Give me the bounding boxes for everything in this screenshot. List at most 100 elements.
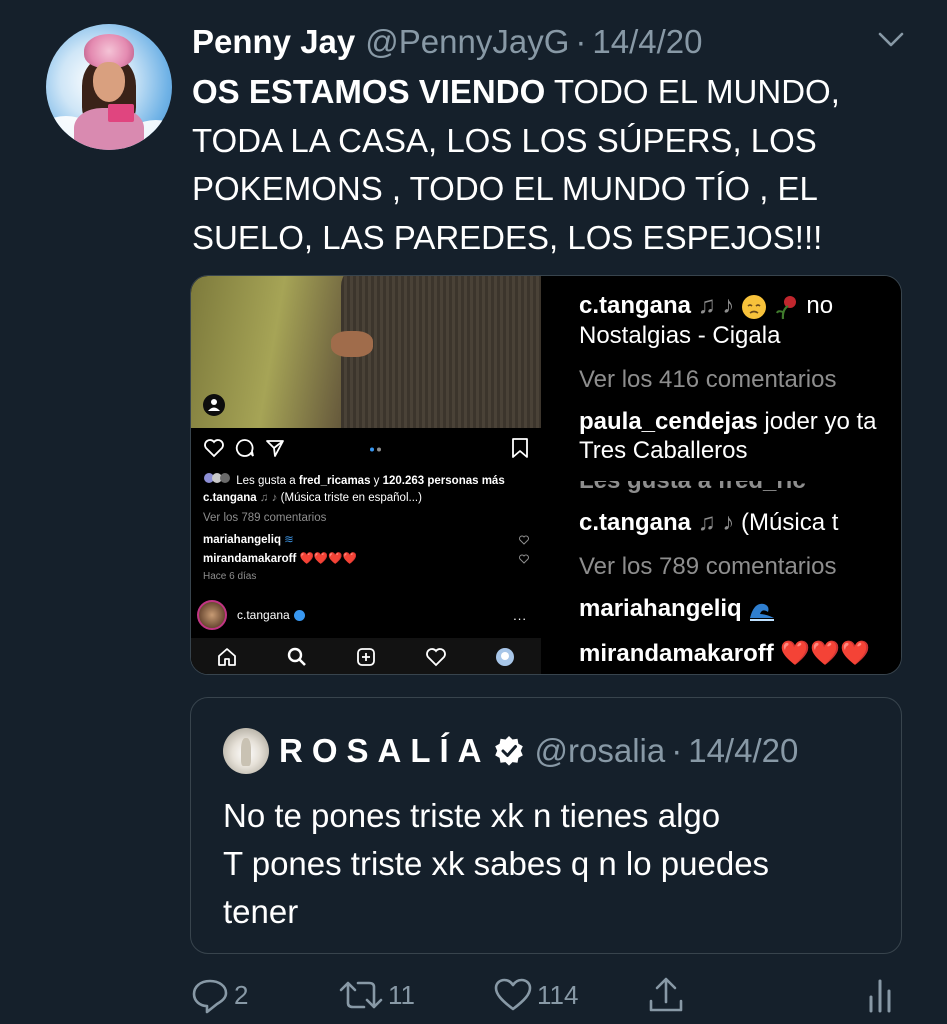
quoted-header-separator: ·: [671, 732, 683, 769]
tweet-text: OS ESTAMOS VIENDO TODO EL MUNDO, TODA LA…: [192, 68, 922, 262]
carousel-dots-icon: [370, 447, 381, 452]
zoom-comment-1-user: mariahangeliq: [579, 595, 742, 622]
instagram-account-row: c.tangana ...: [197, 598, 535, 632]
quoted-author-avatar[interactable]: [223, 728, 269, 774]
zoom-comment-2-user: mirandamakaroff: [579, 640, 774, 667]
likes-mid: y: [370, 475, 383, 487]
author-avatar[interactable]: [46, 24, 172, 150]
zoom-caption-line-2: Nostalgias - Cigala: [579, 322, 781, 349]
author-name[interactable]: Penny Jay: [192, 23, 355, 61]
quoted-tweet-date: 14/4/20: [688, 732, 799, 769]
zoom-view-comments: Ver los 416 comentarios: [579, 366, 837, 393]
share-icon: [266, 440, 284, 457]
zoom-caption-line: c.tangana ♫ ♪ (Música t: [579, 509, 838, 537]
comment-2-text: ❤️❤️❤️❤️: [299, 553, 357, 565]
zoom-caption-user: c.tangana: [579, 509, 692, 536]
heart-icon: [519, 535, 529, 545]
retweet-icon: [339, 981, 383, 1009]
like-button[interactable]: 114: [493, 972, 578, 1018]
add-post-icon: [357, 648, 375, 666]
more-icon: ...: [513, 607, 527, 623]
wave-icon: ≋: [284, 534, 294, 546]
header-separator: ·: [575, 23, 587, 60]
view-comments: Ver los 789 comentarios: [203, 512, 327, 524]
avatar-face: [93, 62, 125, 102]
account-avatar: [197, 600, 227, 630]
quoted-tweet[interactable]: ROSALÍA @rosalia · 14/4/20 No te pones t…: [190, 697, 902, 954]
wilted-flower-icon: [775, 295, 796, 319]
zoom-comment-text: joder yo ta: [757, 408, 877, 435]
sad-face-icon: [742, 294, 767, 319]
time-ago: Hace 6 días: [203, 571, 257, 582]
chevron-down-icon[interactable]: [876, 28, 906, 52]
quoted-author-handle[interactable]: @rosalia: [535, 732, 666, 770]
comment-2-user: mirandamakaroff: [203, 553, 297, 565]
retweet-button[interactable]: 11: [338, 972, 415, 1018]
media-image-2[interactable]: c.tangana ♫ ♪ no Nostalgias - Cigala Ver…: [553, 276, 901, 469]
caption-user: c.tangana: [203, 492, 257, 504]
quoted-text-line: T pones triste xk sabes q n lo puedes: [223, 845, 770, 882]
heart-icon: [204, 439, 224, 458]
quoted-text-line: tener: [223, 893, 299, 930]
zoom-caption-user: c.tangana: [579, 292, 692, 319]
bookmark-icon: [512, 438, 528, 458]
quoted-text-line: No te pones triste xk n tienes algo: [223, 797, 721, 834]
tweet-text-bold: OS ESTAMOS VIENDO: [192, 73, 546, 110]
likes-prefix: Les gusta a: [236, 475, 299, 487]
music-notes-icon: ♫ ♪: [259, 492, 278, 504]
music-notes-icon: ♫ ♪: [697, 292, 735, 319]
like-count: 114: [537, 979, 579, 1010]
quoted-tweet-header: ROSALÍA @rosalia · 14/4/20: [223, 728, 798, 774]
heart-icon: [494, 978, 532, 1011]
media-image-3[interactable]: Les gusta a fred_ric c.tangana ♫ ♪ (Músi…: [553, 481, 901, 674]
account-name: c.tangana: [237, 608, 290, 622]
likes-count: 120.263 personas más: [382, 475, 505, 487]
instagram-tabbar: [191, 638, 541, 674]
home-icon: [218, 648, 236, 666]
comment-icon: [235, 439, 254, 457]
liker-avatars: [203, 472, 233, 487]
reply-button[interactable]: 2: [190, 972, 248, 1018]
quoted-tweet-text: No te pones triste xk n tienes algo T po…: [223, 792, 883, 936]
author-handle[interactable]: @PennyJayG: [365, 23, 569, 61]
comment-2: mirandamakaroff ❤️❤️❤️❤️: [203, 551, 357, 565]
quoted-author-name[interactable]: ROSALÍA: [279, 732, 491, 770]
zoom-caption-text: no: [806, 292, 834, 319]
tweet-date[interactable]: 14/4/20: [592, 23, 702, 61]
tweet-header: Penny Jay @PennyJayG · 14/4/20: [192, 20, 702, 64]
heart-icon: [426, 648, 446, 667]
avatar-card: [108, 104, 134, 122]
analytics-button[interactable]: [866, 972, 900, 1018]
zoom-likes-line: Les gusta a fred_ric: [579, 481, 806, 495]
search-icon: [287, 647, 306, 666]
zoom-view-comments: Ver los 789 comentarios: [579, 553, 837, 580]
media-grid[interactable]: Les gusta a fred_ricamas y 120.263 perso…: [190, 275, 902, 675]
zoom-caption-text: (Música t: [741, 509, 839, 536]
caption-text: (Música triste en español...): [280, 492, 422, 504]
profile-icon: [496, 648, 514, 666]
user-icon: [203, 394, 225, 416]
caption-line: c.tangana ♫ ♪ (Música triste en español.…: [203, 492, 422, 504]
verified-icon: [293, 609, 305, 621]
share-button[interactable]: [646, 972, 690, 1018]
zoom-comment-2: mirandamakaroff ❤️❤️❤️: [579, 639, 870, 668]
share-icon: [649, 977, 683, 1012]
analytics-icon: [869, 979, 891, 1013]
heart-icon: [519, 554, 529, 564]
music-notes-icon: ♫ ♪: [697, 509, 735, 536]
verified-badge-icon: [494, 736, 523, 766]
photo-coat: [341, 276, 541, 428]
photo-hands: [331, 331, 373, 357]
retweet-count: 11: [388, 979, 415, 1010]
tweet[interactable]: Penny Jay @PennyJayG · 14/4/20 OS ESTAMO…: [0, 0, 947, 1024]
wave-icon: [750, 603, 775, 621]
likes-line: Les gusta a fred_ricamas y 120.263 perso…: [203, 472, 505, 487]
instagram-actions: [203, 436, 533, 462]
comment-1: mariahangeliq ≋: [203, 532, 294, 546]
instagram-photo: [191, 276, 541, 428]
zoom-comment-user: paula_cendejas: [579, 408, 758, 435]
zoom-comment: paula_cendejas joder yo ta: [579, 408, 877, 436]
media-image-1[interactable]: Les gusta a fred_ricamas y 120.263 perso…: [191, 276, 541, 674]
likes-user: fred_ricamas: [298, 475, 371, 487]
tweet-actions: 2 11 114: [190, 972, 902, 1018]
